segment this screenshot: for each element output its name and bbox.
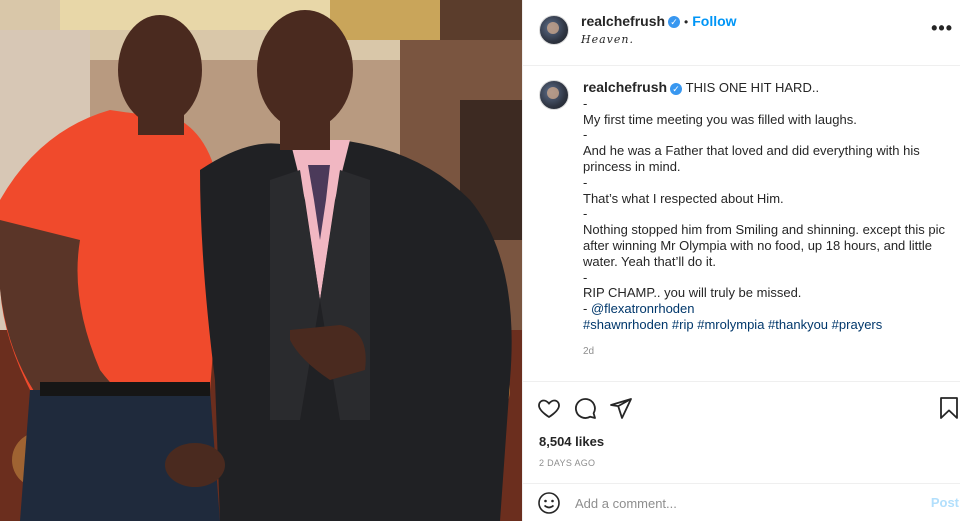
caption-line: My first time meeting you was filled wit… — [583, 111, 857, 127]
caption-first-line: realchefrush ✓ THIS ONE HIT HARD.. — [583, 79, 959, 96]
separator-dot: • — [684, 15, 689, 29]
verified-badge-icon: ✓ — [668, 16, 681, 29]
caption-line: - — [583, 127, 588, 143]
mention-prefix: - — [583, 301, 591, 317]
caption-line: - — [583, 206, 588, 222]
hashtag-link[interactable]: #thankyou — [768, 317, 828, 332]
caption-age: 2d — [583, 346, 595, 357]
caption-title: THIS ONE HIT HARD.. — [685, 80, 820, 95]
avatar[interactable] — [539, 15, 569, 45]
action-bar: 8,504 likes 2 DAYS AGO — [523, 381, 960, 482]
post-comment-button[interactable]: Post — [931, 495, 959, 510]
caption-line: - — [583, 269, 588, 285]
hashtag-link[interactable]: #prayers — [832, 317, 883, 332]
hashtag-link[interactable]: #rip — [672, 317, 694, 332]
caption-avatar[interactable] — [539, 80, 569, 110]
paper-plane-icon[interactable] — [609, 396, 633, 425]
follow-button[interactable]: Follow — [692, 13, 736, 29]
caption-mention-line: - @flexatronrhoden — [583, 301, 959, 317]
caption-line: Nothing stopped him from Smiling and shi… — [583, 222, 946, 269]
post-date: 2 DAYS AGO — [539, 458, 596, 468]
caption-line: That’s what I respected about Him. — [583, 190, 784, 206]
photo-illustration — [0, 0, 522, 521]
post-photo[interactable] — [0, 0, 522, 521]
comment-bubble-icon[interactable] — [573, 396, 597, 425]
username-link[interactable]: realchefrush — [581, 13, 665, 29]
header-user-line: realchefrush ✓ • Follow — [581, 13, 737, 29]
comment-input[interactable] — [573, 490, 897, 516]
post-side-panel: realchefrush ✓ • Follow Heaven. ••• realche… — [522, 0, 960, 521]
caption-line: - — [583, 95, 588, 111]
smiley-icon[interactable] — [537, 491, 561, 520]
bookmark-icon[interactable] — [937, 396, 960, 425]
hashtag-link[interactable]: #mrolympia — [697, 317, 764, 332]
caption-text: realchefrush ✓ THIS ONE HIT HARD.. - My f… — [583, 79, 959, 333]
caption-section: realchefrush ✓ THIS ONE HIT HARD.. - My f… — [523, 66, 960, 381]
hashtag-line: #shawnrhoden #rip #mrolympia #thankyou #… — [583, 317, 959, 333]
mention-link[interactable]: @flexatronrhoden — [591, 301, 695, 316]
verified-badge-icon: ✓ — [670, 82, 683, 95]
caption-line: And he was a Father that loved and did e… — [583, 143, 920, 174]
hashtag-link[interactable]: #shawnrhoden — [583, 317, 668, 332]
heart-icon[interactable] — [537, 396, 561, 425]
caption-line: - — [583, 174, 588, 190]
like-count[interactable]: 8,504 likes — [539, 434, 604, 449]
caption-line: RIP CHAMP.. you will truly be missed. — [583, 285, 802, 301]
more-options-icon[interactable]: ••• — [931, 18, 953, 39]
location-link[interactable]: Heaven. — [581, 33, 634, 46]
comment-bar: Post — [523, 483, 960, 521]
post-header: realchefrush ✓ • Follow Heaven. ••• — [523, 0, 960, 66]
caption-username-link[interactable]: realchefrush — [583, 79, 667, 95]
